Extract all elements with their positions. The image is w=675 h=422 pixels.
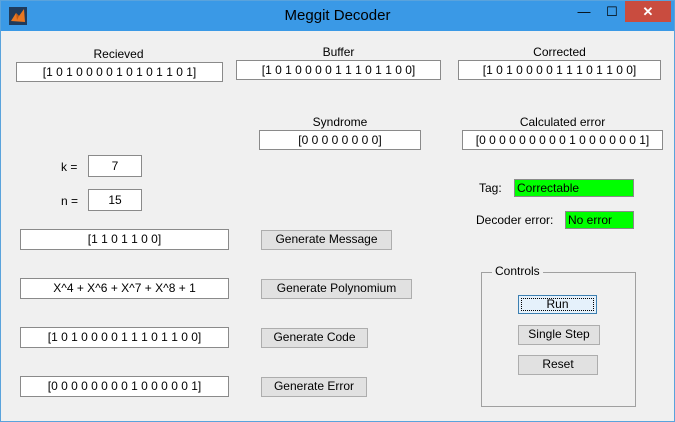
close-button[interactable]: ✕	[625, 1, 671, 22]
generate-polynomium-button[interactable]: Generate Polynomium	[261, 279, 412, 299]
buffer-field[interactable]: [1 0 1 0 0 0 0 1 1 1 0 1 1 0 0]	[236, 60, 441, 80]
k-label: k =	[61, 160, 78, 174]
run-button[interactable]: Run	[518, 295, 597, 314]
decoder-error-status: No error	[565, 211, 634, 229]
tag-label: Tag:	[479, 181, 502, 195]
figure-area: Recieved [1 0 1 0 0 0 0 1 0 1 0 1 1 0 1]…	[8, 31, 668, 416]
received-label: Recieved	[93, 47, 144, 61]
error-field[interactable]: [0 0 0 0 0 0 0 0 1 0 0 0 0 0 1]	[20, 376, 229, 397]
syndrome-label: Syndrome	[312, 115, 368, 129]
minimize-button[interactable]: —	[570, 1, 598, 22]
buffer-label: Buffer	[322, 45, 355, 59]
received-field[interactable]: [1 0 1 0 0 0 0 1 0 1 0 1 1 0 1]	[16, 62, 223, 82]
n-label: n =	[61, 194, 79, 208]
n-input[interactable]: 15	[88, 189, 142, 211]
code-field[interactable]: [1 0 1 0 0 0 0 1 1 1 0 1 1 0 0]	[20, 327, 229, 348]
syndrome-field[interactable]: [0 0 0 0 0 0 0 0]	[259, 130, 421, 150]
calculated-error-field[interactable]: [0 0 0 0 0 0 0 0 0 1 0 0 0 0 0 0 1]	[462, 130, 663, 150]
controls-panel-title: Controls	[492, 264, 543, 278]
reset-button[interactable]: Reset	[518, 355, 598, 375]
maximize-button[interactable]: ☐	[598, 1, 626, 22]
main-window: Meggit Decoder — ☐ ✕ Recieved [1 0 1 0 0…	[0, 0, 675, 422]
single-step-button[interactable]: Single Step	[518, 325, 600, 345]
calculated-error-label: Calculated error	[519, 115, 606, 129]
k-input[interactable]: 7	[88, 155, 142, 177]
generate-error-button[interactable]: Generate Error	[261, 377, 367, 397]
decoder-error-label: Decoder error:	[476, 213, 554, 227]
generate-message-button[interactable]: Generate Message	[261, 230, 392, 250]
corrected-field[interactable]: [1 0 1 0 0 0 0 1 1 1 0 1 1 0 0]	[458, 60, 661, 80]
title-bar[interactable]: Meggit Decoder — ☐ ✕	[1, 1, 674, 31]
generate-code-button[interactable]: Generate Code	[261, 328, 368, 348]
message-field[interactable]: [1 1 0 1 1 0 0]	[20, 229, 229, 250]
corrected-label: Corrected	[533, 45, 586, 59]
polynomial-field[interactable]: X^4 + X^6 + X^7 + X^8 + 1	[20, 278, 229, 299]
tag-status: Correctable	[514, 179, 634, 197]
